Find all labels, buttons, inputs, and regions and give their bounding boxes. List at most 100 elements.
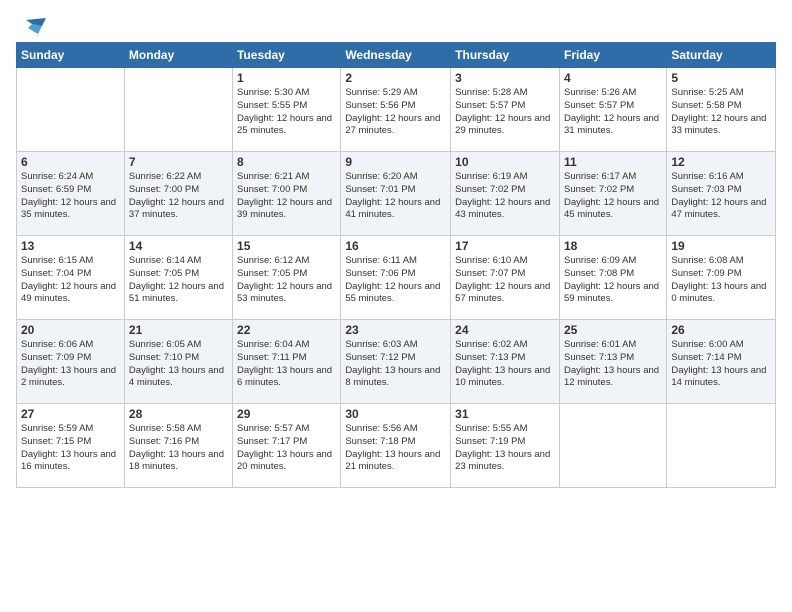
day-info: Sunrise: 6:03 AM Sunset: 7:12 PM Dayligh… bbox=[345, 339, 446, 390]
day-number: 8 bbox=[237, 155, 336, 169]
calendar-cell: 5Sunrise: 5:25 AM Sunset: 5:58 PM Daylig… bbox=[667, 68, 776, 152]
day-number: 15 bbox=[237, 239, 336, 253]
calendar-cell: 8 Sunrise: 6:21 AM Sunset: 7:00 PM Daylig… bbox=[233, 152, 341, 236]
day-info: Sunrise: 6:22 AM Sunset: 7:00 PM Dayligh… bbox=[129, 171, 228, 222]
calendar-cell: 23Sunrise: 6:03 AM Sunset: 7:12 PM Dayli… bbox=[341, 320, 451, 404]
calendar-cell: 4 Sunrise: 5:26 AM Sunset: 5:57 PM Daylig… bbox=[559, 68, 666, 152]
day-number: 19 bbox=[671, 239, 771, 253]
day-info: Sunrise: 6:08 AM Sunset: 7:09 PM Dayligh… bbox=[671, 255, 771, 306]
day-info: Sunrise: 6:00 AM Sunset: 7:14 PM Dayligh… bbox=[671, 339, 771, 390]
day-number: 7 bbox=[129, 155, 228, 169]
day-number: 31 bbox=[455, 407, 555, 421]
day-of-week-header: Saturday bbox=[667, 43, 776, 68]
calendar-cell: 14 Sunrise: 6:14 AM Sunset: 7:05 PM Dayli… bbox=[124, 236, 232, 320]
day-info: Sunrise: 6:12 AM Sunset: 7:05 PM Dayligh… bbox=[237, 255, 336, 306]
day-info: Sunrise: 5:57 AM Sunset: 7:17 PM Dayligh… bbox=[237, 423, 336, 474]
day-number: 6 bbox=[21, 155, 120, 169]
day-of-week-header: Wednesday bbox=[341, 43, 451, 68]
day-info: Sunrise: 6:11 AM Sunset: 7:06 PM Dayligh… bbox=[345, 255, 446, 306]
day-info: Sunrise: 5:25 AM Sunset: 5:58 PM Dayligh… bbox=[671, 87, 771, 138]
calendar-cell: 24Sunrise: 6:02 AM Sunset: 7:13 PM Dayli… bbox=[451, 320, 560, 404]
day-number: 29 bbox=[237, 407, 336, 421]
day-info: Sunrise: 5:56 AM Sunset: 7:18 PM Dayligh… bbox=[345, 423, 446, 474]
day-number: 20 bbox=[21, 323, 120, 337]
logo bbox=[16, 16, 48, 34]
calendar-cell: 2 Sunrise: 5:29 AM Sunset: 5:56 PM Daylig… bbox=[341, 68, 451, 152]
day-info: Sunrise: 5:30 AM Sunset: 5:55 PM Dayligh… bbox=[237, 87, 336, 138]
calendar-cell: 29 Sunrise: 5:57 AM Sunset: 7:17 PM Dayli… bbox=[233, 404, 341, 488]
calendar-cell: 12Sunrise: 6:16 AM Sunset: 7:03 PM Dayli… bbox=[667, 152, 776, 236]
day-number: 25 bbox=[564, 323, 662, 337]
calendar-cell: 17 Sunrise: 6:10 AM Sunset: 7:07 PM Dayli… bbox=[451, 236, 560, 320]
calendar-table: SundayMondayTuesdayWednesdayThursdayFrid… bbox=[16, 42, 776, 488]
day-of-week-header: Tuesday bbox=[233, 43, 341, 68]
day-number: 13 bbox=[21, 239, 120, 253]
day-number: 11 bbox=[564, 155, 662, 169]
day-info: Sunrise: 6:17 AM Sunset: 7:02 PM Dayligh… bbox=[564, 171, 662, 222]
calendar-cell: 27Sunrise: 5:59 AM Sunset: 7:15 PM Dayli… bbox=[17, 404, 125, 488]
day-number: 2 bbox=[345, 71, 446, 85]
day-number: 28 bbox=[129, 407, 228, 421]
day-of-week-header: Monday bbox=[124, 43, 232, 68]
day-info: Sunrise: 6:09 AM Sunset: 7:08 PM Dayligh… bbox=[564, 255, 662, 306]
calendar-cell bbox=[559, 404, 666, 488]
calendar-week-row: 13Sunrise: 6:15 AM Sunset: 7:04 PM Dayli… bbox=[17, 236, 776, 320]
day-number: 26 bbox=[671, 323, 771, 337]
calendar-cell: 7 Sunrise: 6:22 AM Sunset: 7:00 PM Daylig… bbox=[124, 152, 232, 236]
calendar-cell: 1 Sunrise: 5:30 AM Sunset: 5:55 PM Daylig… bbox=[233, 68, 341, 152]
day-number: 14 bbox=[129, 239, 228, 253]
calendar-cell: 25 Sunrise: 6:01 AM Sunset: 7:13 PM Dayli… bbox=[559, 320, 666, 404]
day-number: 16 bbox=[345, 239, 446, 253]
day-number: 21 bbox=[129, 323, 228, 337]
calendar-header-row: SundayMondayTuesdayWednesdayThursdayFrid… bbox=[17, 43, 776, 68]
day-info: Sunrise: 5:58 AM Sunset: 7:16 PM Dayligh… bbox=[129, 423, 228, 474]
day-number: 22 bbox=[237, 323, 336, 337]
day-number: 4 bbox=[564, 71, 662, 85]
day-info: Sunrise: 6:02 AM Sunset: 7:13 PM Dayligh… bbox=[455, 339, 555, 390]
calendar-cell bbox=[667, 404, 776, 488]
day-info: Sunrise: 5:55 AM Sunset: 7:19 PM Dayligh… bbox=[455, 423, 555, 474]
day-of-week-header: Sunday bbox=[17, 43, 125, 68]
calendar-cell: 11 Sunrise: 6:17 AM Sunset: 7:02 PM Dayli… bbox=[559, 152, 666, 236]
calendar-cell: 3Sunrise: 5:28 AM Sunset: 5:57 PM Daylig… bbox=[451, 68, 560, 152]
calendar-cell bbox=[17, 68, 125, 152]
calendar-cell: 21 Sunrise: 6:05 AM Sunset: 7:10 PM Dayli… bbox=[124, 320, 232, 404]
calendar-week-row: 20Sunrise: 6:06 AM Sunset: 7:09 PM Dayli… bbox=[17, 320, 776, 404]
day-info: Sunrise: 5:29 AM Sunset: 5:56 PM Dayligh… bbox=[345, 87, 446, 138]
day-number: 30 bbox=[345, 407, 446, 421]
calendar-cell: 15 Sunrise: 6:12 AM Sunset: 7:05 PM Dayli… bbox=[233, 236, 341, 320]
calendar-cell: 19 Sunrise: 6:08 AM Sunset: 7:09 PM Dayli… bbox=[667, 236, 776, 320]
calendar-cell: 20Sunrise: 6:06 AM Sunset: 7:09 PM Dayli… bbox=[17, 320, 125, 404]
day-number: 9 bbox=[345, 155, 446, 169]
calendar-cell: 28 Sunrise: 5:58 AM Sunset: 7:16 PM Dayli… bbox=[124, 404, 232, 488]
calendar-cell: 30 Sunrise: 5:56 AM Sunset: 7:18 PM Dayli… bbox=[341, 404, 451, 488]
day-number: 27 bbox=[21, 407, 120, 421]
page-header bbox=[16, 16, 776, 34]
day-number: 1 bbox=[237, 71, 336, 85]
day-info: Sunrise: 5:28 AM Sunset: 5:57 PM Dayligh… bbox=[455, 87, 555, 138]
day-of-week-header: Friday bbox=[559, 43, 666, 68]
calendar-week-row: 27Sunrise: 5:59 AM Sunset: 7:15 PM Dayli… bbox=[17, 404, 776, 488]
day-number: 18 bbox=[564, 239, 662, 253]
calendar-week-row: 6 Sunrise: 6:24 AM Sunset: 6:59 PM Daylig… bbox=[17, 152, 776, 236]
day-info: Sunrise: 6:10 AM Sunset: 7:07 PM Dayligh… bbox=[455, 255, 555, 306]
calendar-cell: 16 Sunrise: 6:11 AM Sunset: 7:06 PM Dayli… bbox=[341, 236, 451, 320]
calendar-cell: 31 Sunrise: 5:55 AM Sunset: 7:19 PM Dayli… bbox=[451, 404, 560, 488]
day-info: Sunrise: 6:14 AM Sunset: 7:05 PM Dayligh… bbox=[129, 255, 228, 306]
calendar-cell: 26 Sunrise: 6:00 AM Sunset: 7:14 PM Dayli… bbox=[667, 320, 776, 404]
day-info: Sunrise: 6:04 AM Sunset: 7:11 PM Dayligh… bbox=[237, 339, 336, 390]
day-number: 10 bbox=[455, 155, 555, 169]
day-info: Sunrise: 6:24 AM Sunset: 6:59 PM Dayligh… bbox=[21, 171, 120, 222]
day-info: Sunrise: 5:26 AM Sunset: 5:57 PM Dayligh… bbox=[564, 87, 662, 138]
calendar-cell bbox=[124, 68, 232, 152]
calendar-week-row: 1 Sunrise: 5:30 AM Sunset: 5:55 PM Daylig… bbox=[17, 68, 776, 152]
day-info: Sunrise: 6:16 AM Sunset: 7:03 PM Dayligh… bbox=[671, 171, 771, 222]
calendar-cell: 18 Sunrise: 6:09 AM Sunset: 7:08 PM Dayli… bbox=[559, 236, 666, 320]
day-info: Sunrise: 6:21 AM Sunset: 7:00 PM Dayligh… bbox=[237, 171, 336, 222]
day-info: Sunrise: 6:05 AM Sunset: 7:10 PM Dayligh… bbox=[129, 339, 228, 390]
calendar-cell: 13Sunrise: 6:15 AM Sunset: 7:04 PM Dayli… bbox=[17, 236, 125, 320]
day-info: Sunrise: 6:01 AM Sunset: 7:13 PM Dayligh… bbox=[564, 339, 662, 390]
day-info: Sunrise: 6:20 AM Sunset: 7:01 PM Dayligh… bbox=[345, 171, 446, 222]
day-number: 17 bbox=[455, 239, 555, 253]
logo-bird-icon bbox=[18, 16, 48, 38]
